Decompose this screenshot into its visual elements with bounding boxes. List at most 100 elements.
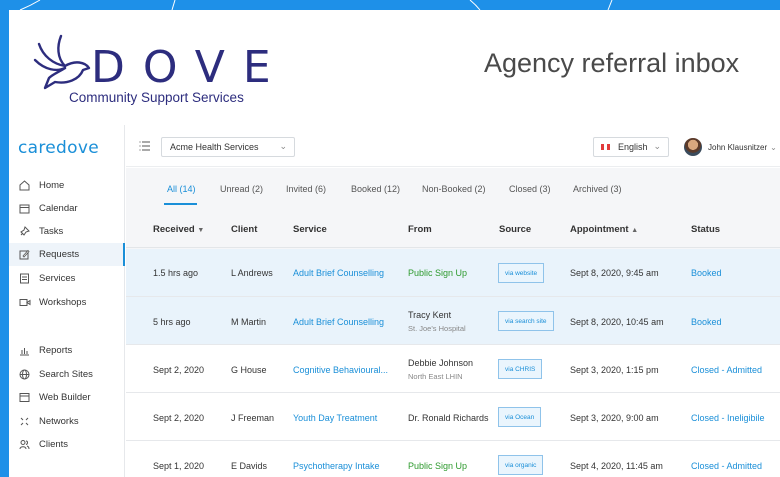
column-appointment[interactable]: Appointment ▲: [570, 224, 638, 235]
cell-appointment: Sept 3, 2020, 9:00 am: [570, 413, 659, 423]
sidebar-item-services[interactable]: Services: [9, 267, 125, 290]
tab-unread[interactable]: Unread (2): [220, 184, 263, 194]
cell-appointment: Sept 4, 2020, 11:45 am: [570, 461, 663, 471]
frame-left: [0, 0, 9, 477]
app-window: caredove Home Calendar Tasks Requests Se…: [9, 125, 780, 477]
cell-received: Sept 2, 2020: [153, 365, 205, 375]
cell-status[interactable]: Booked: [691, 317, 722, 327]
cell-received: 1.5 hrs ago: [153, 268, 199, 278]
cell-service-link[interactable]: Adult Brief Counselling: [293, 268, 384, 278]
column-status[interactable]: Status: [691, 224, 720, 235]
cell-from: Public Sign Up: [408, 268, 468, 278]
canada-flag-icon: [601, 144, 610, 150]
column-from[interactable]: From: [408, 224, 432, 235]
cell-service-link[interactable]: Adult Brief Counselling: [293, 317, 384, 327]
sidebar-item-workshops[interactable]: Workshops: [9, 291, 125, 314]
column-service[interactable]: Service: [293, 224, 327, 235]
column-received[interactable]: Received ▼: [153, 224, 204, 235]
cell-service-link[interactable]: Cognitive Behavioural...: [293, 365, 388, 375]
table-row[interactable]: Sept 2, 2020 J Freeman Youth Day Treatme…: [126, 393, 780, 441]
organization-select[interactable]: Acme Health Services ⌄: [161, 137, 295, 157]
sidebar-item-label: Requests: [39, 249, 80, 260]
column-client[interactable]: Client: [231, 224, 257, 235]
cell-appointment: Sept 3, 2020, 1:15 pm: [570, 365, 659, 375]
from-name: Tracy Kent: [408, 310, 452, 320]
cell-received: 5 hrs ago: [153, 317, 191, 327]
cell-service-link[interactable]: Youth Day Treatment: [293, 413, 377, 423]
tab-booked[interactable]: Booked (12): [351, 184, 400, 194]
source-badge: via CHRIS: [498, 359, 543, 379]
sidebar-item-tasks[interactable]: Tasks: [9, 220, 125, 243]
cell-client: L Andrews: [231, 268, 273, 278]
frame-decoration: [19, 0, 613, 10]
language-select[interactable]: English ⌄: [593, 137, 669, 157]
chevron-down-icon: ⌄: [279, 141, 287, 151]
sidebar-item-label: Workshops: [39, 297, 87, 308]
list-icon: [18, 272, 31, 285]
cell-client: E Davids: [231, 461, 268, 471]
dove-subtitle: Community Support Services: [69, 90, 244, 105]
dove-wordmark: DOVE: [91, 42, 289, 93]
banner: DOVE Community Support Services Agency r…: [9, 10, 780, 125]
sidebar-item-web-builder[interactable]: Web Builder: [9, 386, 125, 409]
cell-client: J Freeman: [231, 413, 275, 423]
sidebar: caredove Home Calendar Tasks Requests Se…: [9, 125, 125, 477]
table-row[interactable]: Sept 1, 2020 E Davids Psychotherapy Inta…: [126, 441, 780, 477]
sidebar-item-requests[interactable]: Requests: [9, 243, 125, 266]
source-badge: via search site: [498, 311, 554, 331]
user-menu[interactable]: John Klausnitzer ⌄: [684, 137, 777, 157]
sidebar-item-search-sites[interactable]: Search Sites: [9, 363, 125, 386]
sidebar-item-home[interactable]: Home: [9, 174, 125, 197]
caredove-logo[interactable]: caredove: [18, 138, 99, 158]
home-icon: [18, 179, 31, 192]
cell-service-link[interactable]: Psychotherapy Intake: [293, 461, 380, 471]
requests-panel: All (14) Unread (2) Invited (6) Booked (…: [126, 168, 780, 477]
sidebar-item-label: Web Builder: [39, 392, 91, 403]
calendar-icon: [18, 202, 31, 215]
video-icon: [18, 296, 31, 309]
topbar: Acme Health Services ⌄ English ⌄ John Kl…: [126, 125, 780, 167]
active-tab-indicator: [164, 203, 197, 205]
organization-value: Acme Health Services: [170, 142, 259, 152]
source-badge: via organic: [498, 455, 544, 475]
cell-received: Sept 2, 2020: [153, 413, 205, 423]
tab-archived[interactable]: Archived (3): [573, 184, 622, 194]
sidebar-item-label: Services: [39, 273, 76, 284]
cell-client: G House: [231, 365, 267, 375]
tab-all[interactable]: All (14): [167, 184, 196, 194]
cell-status[interactable]: Closed - Ineligibile: [691, 413, 765, 423]
sidebar-item-networks[interactable]: Networks: [9, 410, 125, 433]
frame-top: [0, 0, 780, 10]
cell-appointment: Sept 8, 2020, 10:45 am: [570, 317, 664, 327]
dove-bird-icon: [33, 34, 91, 90]
table-row[interactable]: 5 hrs ago M Martin Adult Brief Counselli…: [126, 297, 780, 345]
cell-from: Dr. Ronald Richards: [408, 413, 489, 423]
cell-status[interactable]: Closed - Admitted: [691, 461, 762, 471]
sort-asc-icon: ▲: [631, 227, 639, 234]
from-organization: North East LHIN: [408, 372, 463, 381]
cell-status[interactable]: Closed - Admitted: [691, 365, 762, 375]
tab-closed[interactable]: Closed (3): [509, 184, 551, 194]
language-value: English: [618, 142, 648, 152]
avatar: [684, 138, 702, 156]
network-icon: [18, 415, 31, 428]
source-badge: via website: [498, 263, 545, 283]
from-name: Debbie Johnson: [408, 358, 474, 368]
cell-status[interactable]: Booked: [691, 268, 722, 278]
column-source[interactable]: Source: [499, 224, 531, 235]
tab-invited[interactable]: Invited (6): [286, 184, 326, 194]
cell-from: Public Sign Up: [408, 461, 468, 471]
sidebar-item-label: Home: [39, 180, 65, 191]
globe-icon: [18, 368, 31, 381]
sidebar-item-reports[interactable]: Reports: [9, 339, 125, 362]
sidebar-item-clients[interactable]: Clients: [9, 433, 125, 456]
table-row[interactable]: Sept 2, 2020 G House Cognitive Behaviour…: [126, 345, 780, 393]
sidebar-item-calendar[interactable]: Calendar: [9, 197, 125, 220]
table-row[interactable]: 1.5 hrs ago L Andrews Adult Brief Counse…: [126, 249, 780, 297]
from-organization: St. Joe's Hospital: [408, 324, 466, 333]
sidebar-item-label: Clients: [39, 439, 69, 450]
people-icon: [18, 438, 31, 451]
cell-from: Tracy Kent St. Joe's Hospital: [408, 310, 466, 333]
tab-non-booked[interactable]: Non-Booked (2): [422, 184, 486, 194]
menu-icon[interactable]: [139, 140, 151, 152]
